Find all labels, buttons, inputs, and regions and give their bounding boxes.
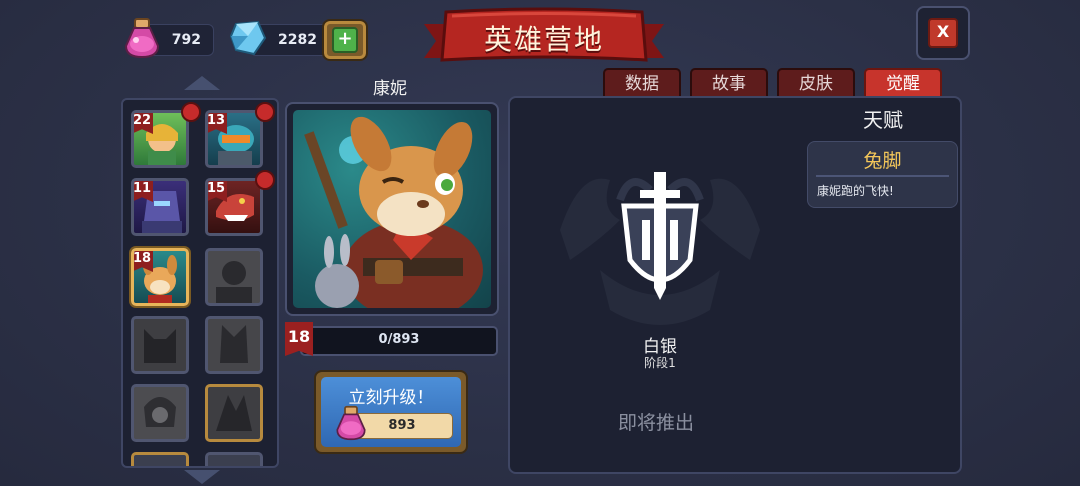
- page-title: 英雄营地: [483, 23, 604, 56]
- notification-dot-icon: [181, 102, 201, 122]
- scroll-up-arrow-icon[interactable]: [184, 76, 220, 90]
- hero-slot-selected[interactable]: 18: [131, 248, 189, 306]
- awakening-rank-stage: 阶段1: [644, 356, 676, 370]
- hero-name: 康妮: [373, 79, 407, 99]
- hero-slot-locked[interactable]: [205, 248, 263, 306]
- hero-slot-locked[interactable]: [205, 316, 263, 374]
- hero-slot-locked[interactable]: [131, 384, 189, 442]
- hero-slot[interactable]: 13: [205, 110, 263, 168]
- close-button[interactable]: X: [916, 6, 970, 60]
- silver-rank-emblem-icon: [560, 172, 760, 325]
- hero-silhouette-icon: [220, 325, 248, 363]
- talent-divider: [816, 175, 949, 177]
- add-gems-button[interactable]: +: [322, 19, 368, 61]
- hero-silhouette-icon: [144, 397, 176, 427]
- hero-silhouette-icon: [216, 395, 252, 431]
- notification-dot-icon: [255, 102, 275, 122]
- hero-portrait: [293, 110, 491, 308]
- xp-progress-text: 0/893: [378, 332, 420, 347]
- hero-silhouette-icon: [216, 261, 252, 303]
- tab-data[interactable]: 数据: [603, 68, 681, 98]
- potion-icon: [124, 18, 160, 59]
- talent-header: 天赋: [863, 108, 903, 132]
- hero-level-flag: 18: [285, 322, 313, 356]
- hero-artwork-icon: [304, 116, 483, 308]
- upgrade-now-button[interactable]: 立刻升级！ 893: [314, 370, 468, 454]
- tab-story[interactable]: 故事: [690, 68, 768, 98]
- hero-slot[interactable]: 15: [205, 178, 263, 236]
- talent-card[interactable]: 兔脚 康妮跑的飞快!: [807, 141, 958, 208]
- gem-count: 2282: [278, 32, 317, 48]
- hero-silhouette-icon: [144, 329, 176, 363]
- upgrade-button-face: 立刻升级！ 893: [321, 377, 461, 447]
- hero-slot[interactable]: 22: [131, 110, 189, 168]
- plus-icon: +: [332, 27, 358, 53]
- hero-list-panel: 22 13 11 15 18: [121, 98, 279, 468]
- hero-slot-locked[interactable]: [205, 384, 263, 442]
- scroll-down-arrow-icon[interactable]: [184, 470, 220, 484]
- talent-name: 兔脚: [863, 150, 902, 172]
- talent-description: 康妮跑的飞快!: [817, 184, 894, 198]
- potion-count: 792: [171, 32, 201, 48]
- tab-awakening[interactable]: 觉醒: [864, 68, 942, 98]
- coming-soon-label: 即将推出: [617, 412, 694, 434]
- potion-icon: [336, 405, 366, 441]
- notification-dot-icon: [255, 170, 275, 190]
- tab-skins[interactable]: 皮肤: [777, 68, 855, 98]
- hero-portrait-frame: [285, 102, 499, 316]
- close-icon: X: [928, 18, 958, 48]
- gem-icon: [229, 20, 267, 56]
- hero-slot-locked[interactable]: [131, 316, 189, 374]
- hero-slot-partial[interactable]: [131, 452, 189, 466]
- title-banner: 英雄营地: [424, 6, 664, 68]
- xp-bar: 0/893: [300, 326, 498, 356]
- hero-slot[interactable]: 11: [131, 178, 189, 236]
- hero-slot-partial[interactable]: [205, 452, 263, 466]
